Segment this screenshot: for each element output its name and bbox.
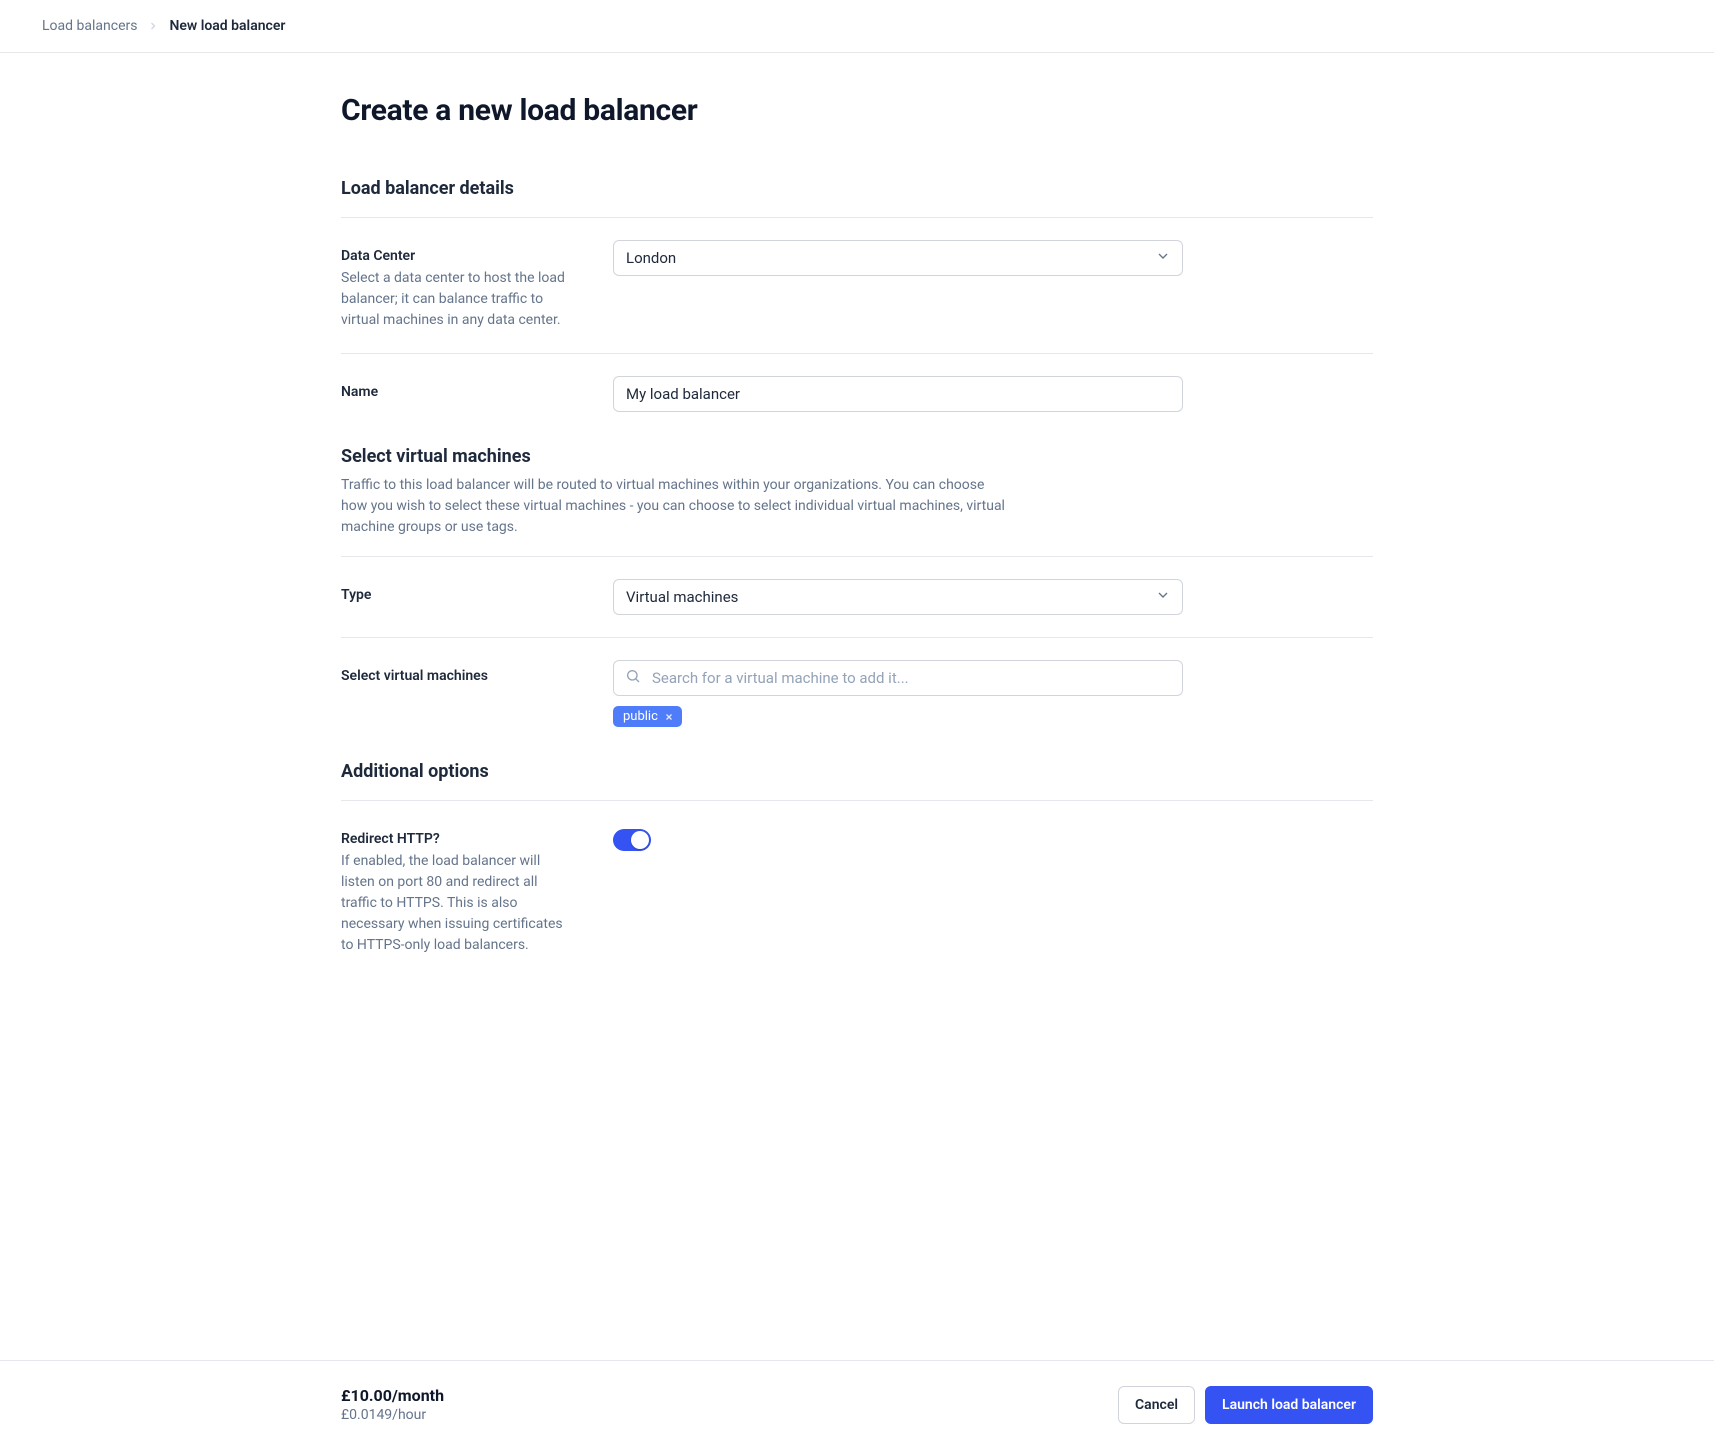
divider <box>341 800 1373 801</box>
price-per-hour: £0.0149/hour <box>341 1407 444 1423</box>
section-heading-details: Load balancer details <box>341 178 1373 199</box>
vm-search-input[interactable] <box>613 660 1183 696</box>
breadcrumb-parent-link[interactable]: Load balancers <box>42 18 137 34</box>
redirect-http-toggle[interactable] <box>613 829 651 851</box>
type-select[interactable]: Virtual machines <box>613 579 1183 615</box>
section-heading-additional: Additional options <box>341 761 1373 782</box>
redirect-help: If enabled, the load balancer will liste… <box>341 851 571 956</box>
close-icon[interactable] <box>664 712 674 722</box>
section-desc-vms: Traffic to this load balancer will be ro… <box>341 475 1011 538</box>
section-heading-vms: Select virtual machines <box>341 446 1373 467</box>
data-center-select[interactable]: London <box>613 240 1183 276</box>
tag-label: public <box>623 709 658 724</box>
breadcrumb: Load balancers New load balancer <box>0 0 1714 53</box>
select-vms-label: Select virtual machines <box>341 668 613 684</box>
toggle-knob <box>631 831 649 849</box>
chevron-right-icon <box>147 20 159 32</box>
name-input[interactable] <box>613 376 1183 412</box>
search-icon <box>625 668 641 688</box>
data-center-label: Data Center <box>341 248 613 264</box>
footer-bar: £10.00/month £0.0149/hour Cancel Launch … <box>0 1360 1714 1448</box>
cancel-button[interactable]: Cancel <box>1118 1386 1195 1424</box>
divider <box>341 556 1373 557</box>
selected-tags: public <box>613 706 1183 727</box>
divider <box>341 217 1373 218</box>
tag-public: public <box>613 706 682 727</box>
data-center-help: Select a data center to host the load ba… <box>341 268 571 331</box>
breadcrumb-current: New load balancer <box>169 18 285 34</box>
redirect-label: Redirect HTTP? <box>341 831 613 847</box>
price-per-month: £10.00/month <box>341 1386 444 1405</box>
type-label: Type <box>341 587 613 603</box>
pricing: £10.00/month £0.0149/hour <box>341 1386 444 1423</box>
launch-button[interactable]: Launch load balancer <box>1205 1386 1373 1424</box>
page-title: Create a new load balancer <box>341 93 1373 128</box>
divider <box>341 353 1373 354</box>
name-label: Name <box>341 384 613 400</box>
divider <box>341 637 1373 638</box>
